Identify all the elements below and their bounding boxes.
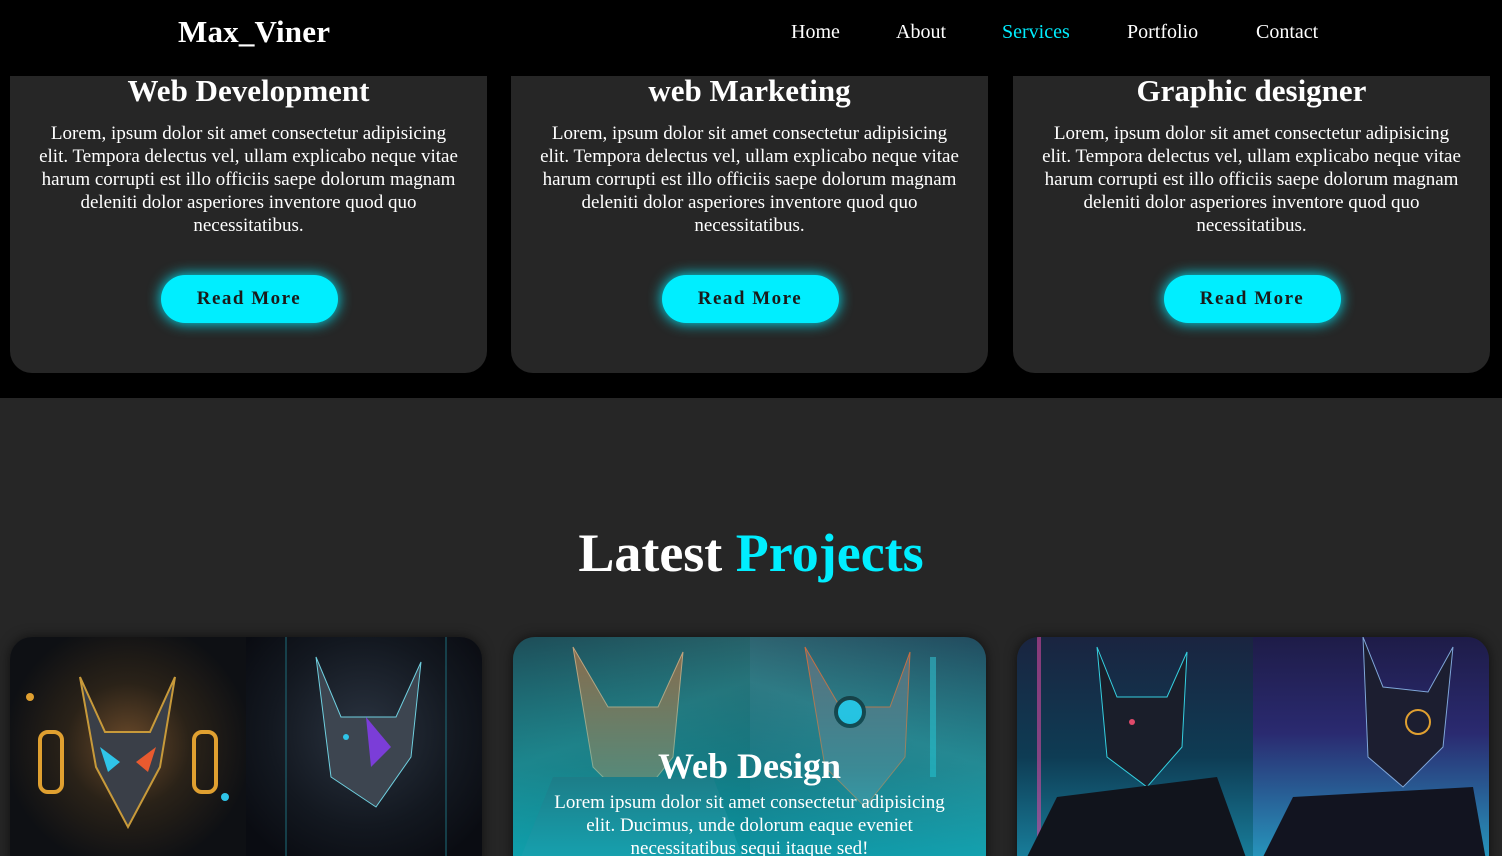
service-card-graphic-designer: Graphic designer Lorem, ipsum dolor sit … bbox=[1013, 30, 1490, 373]
read-more-button[interactable]: Read More bbox=[661, 275, 839, 323]
project-description: Lorem ipsum dolor sit amet consectetur a… bbox=[554, 792, 945, 856]
site-header: Max_Viner Home About Services Portfolio … bbox=[0, 0, 1502, 76]
service-title: web Marketing bbox=[648, 73, 851, 108]
project-image-wolf-cyber bbox=[246, 637, 482, 856]
projects-heading-accent: Projects bbox=[735, 523, 924, 583]
nav-home[interactable]: Home bbox=[791, 21, 840, 44]
project-image-wolf-circuit bbox=[1253, 637, 1489, 856]
projects-heading-main: Latest bbox=[578, 523, 723, 583]
nav-services[interactable]: Services bbox=[1002, 21, 1070, 44]
service-title: Graphic designer bbox=[1136, 73, 1367, 108]
nav-contact[interactable]: Contact bbox=[1256, 21, 1318, 44]
nav-about[interactable]: About bbox=[896, 21, 946, 44]
service-description: Lorem, ipsum dolor sit amet consectetur … bbox=[540, 123, 959, 236]
service-title: Web Development bbox=[127, 73, 370, 108]
service-description: Lorem, ipsum dolor sit amet consectetur … bbox=[39, 123, 458, 236]
project-overlay: Web Design Lorem ipsum dolor sit amet co… bbox=[513, 637, 986, 856]
project-card-3[interactable] bbox=[1017, 637, 1489, 856]
service-card-web-marketing: web Marketing Lorem, ipsum dolor sit ame… bbox=[511, 30, 988, 373]
read-more-button[interactable]: Read More bbox=[160, 275, 338, 323]
service-card-web-development: Web Development Lorem, ipsum dolor sit a… bbox=[10, 30, 487, 373]
read-more-button[interactable]: Read More bbox=[1163, 275, 1341, 323]
project-image-wolf-gold bbox=[10, 637, 246, 856]
main-nav: Home About Services Portfolio Contact bbox=[0, 21, 1502, 51]
service-description: Lorem, ipsum dolor sit amet consectetur … bbox=[1042, 123, 1461, 236]
project-title: Web Design bbox=[657, 746, 842, 786]
projects-heading: Latest Projects bbox=[0, 522, 1502, 584]
nav-portfolio[interactable]: Portfolio bbox=[1127, 21, 1198, 44]
project-image-wolf-neon bbox=[1017, 637, 1253, 856]
project-card-1[interactable] bbox=[10, 637, 482, 856]
project-card-2[interactable]: Web Design Lorem ipsum dolor sit amet co… bbox=[513, 637, 986, 856]
